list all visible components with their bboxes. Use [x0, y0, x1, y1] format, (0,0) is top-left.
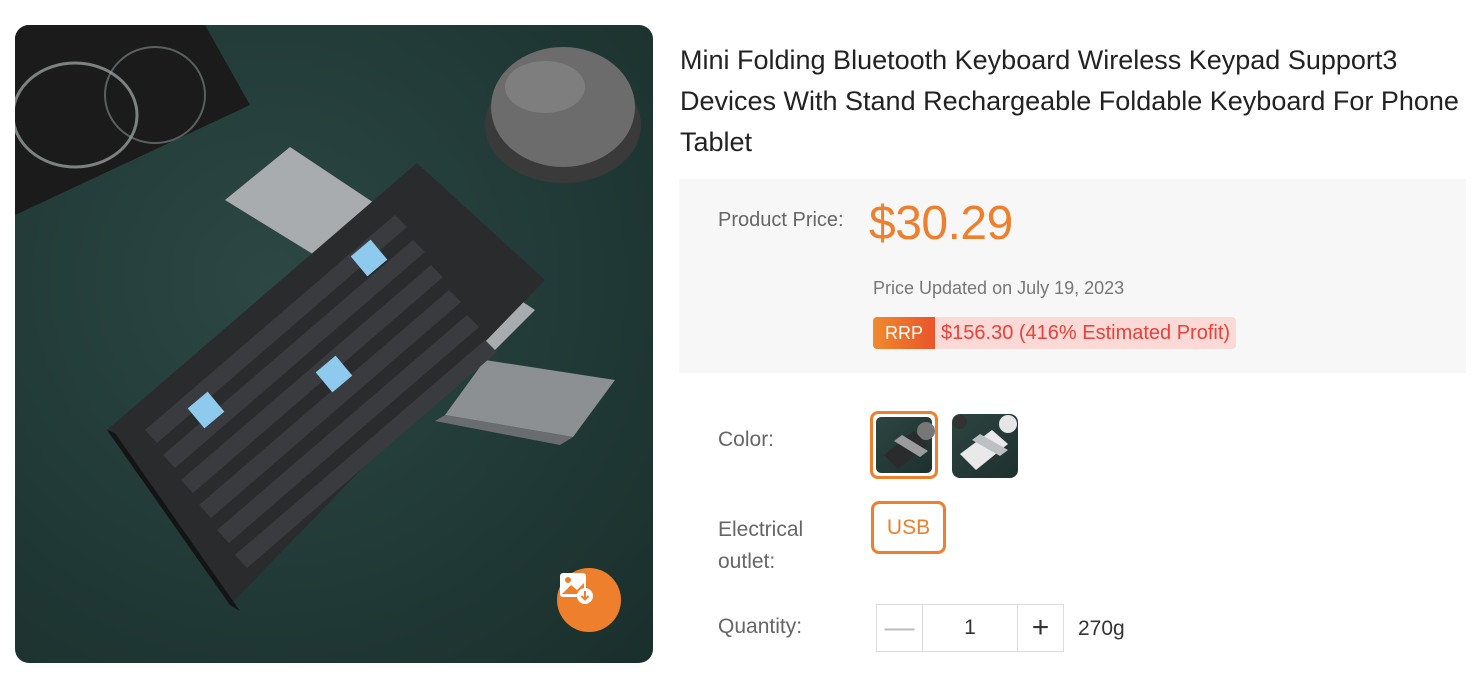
color-swatch-white[interactable]: [952, 414, 1018, 478]
product-title: Mini Folding Bluetooth Keyboard Wireless…: [680, 45, 1459, 157]
product-image[interactable]: [15, 25, 653, 663]
quantity-increase-button[interactable]: +: [1017, 605, 1063, 651]
swatch-black-thumbnail: [884, 422, 935, 469]
color-swatch-black[interactable]: [870, 411, 938, 479]
quantity-decrease-button[interactable]: —: [877, 605, 923, 651]
round-device: [485, 47, 641, 183]
product-price: $30.29: [869, 197, 1013, 250]
image-download-icon: [560, 573, 593, 604]
color-label: Color:: [718, 428, 775, 451]
price-label: Product Price:: [718, 209, 844, 231]
price-panel: Product Price: $30.29 Price Updated on J…: [679, 179, 1466, 373]
quantity-stepper: — +: [876, 604, 1064, 652]
quantity-label: Quantity:: [718, 615, 803, 638]
outlet-option-usb[interactable]: USB: [871, 501, 946, 554]
swatch-white-thumbnail: [953, 415, 1017, 470]
rrp-value: $156.30 (416% Estimated Profit): [935, 317, 1237, 349]
outlet-label: Electrical outlet:: [718, 514, 803, 578]
outlet-label-line2: outlet:: [718, 550, 776, 573]
quantity-input[interactable]: [923, 605, 1017, 651]
image-download-button[interactable]: [557, 568, 621, 632]
phone-graphic: [15, 25, 250, 215]
product-weight: 270g: [1078, 617, 1125, 640]
price-updated-date: Price Updated on July 19, 2023: [873, 278, 1125, 298]
outlet-label-line1: Electrical: [718, 518, 804, 541]
rrp-row: RRP $156.30 (416% Estimated Profit): [873, 317, 1237, 349]
rrp-badge: RRP: [873, 317, 936, 349]
